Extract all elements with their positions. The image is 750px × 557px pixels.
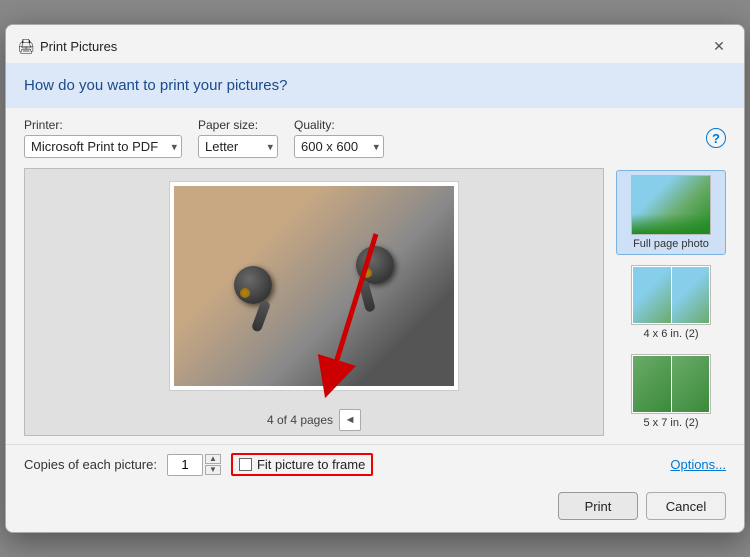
quality-select-wrapper: 600 x 600 — [294, 135, 384, 158]
paper-select[interactable]: Letter — [198, 135, 278, 158]
quality-select[interactable]: 600 x 600 — [294, 135, 384, 158]
printer-select-wrapper: Microsoft Print to PDF — [24, 135, 182, 158]
stem-right — [358, 279, 376, 312]
print-pictures-dialog: 🖨 Print Pictures ✕ How do you want to pr… — [5, 24, 745, 533]
layout-label-4x6: 4 x 6 in. (2) — [643, 328, 698, 340]
thumb-img-full — [632, 176, 710, 234]
print-icon: 🖨 — [18, 38, 34, 54]
layout-thumb-4x6 — [631, 265, 711, 325]
help-button[interactable]: ? — [706, 128, 726, 148]
dialog-title: Print Pictures — [40, 39, 117, 54]
fit-picture-label: Fit picture to frame — [257, 457, 365, 472]
layout-panel: Full page photo 4 x 6 in. (2) — [616, 168, 726, 436]
action-row: Print Cancel — [6, 484, 744, 532]
thumb-img-4x6 — [632, 266, 710, 324]
quality-group: Quality: 600 x 600 — [294, 118, 384, 158]
printer-label: Printer: — [24, 118, 182, 132]
layout-full-page[interactable]: Full page photo — [616, 170, 726, 255]
header-question: How do you want to print your pictures? — [24, 77, 287, 94]
page-nav: 4 of 4 pages ◄ — [267, 403, 361, 435]
copies-decrement[interactable]: ▼ — [205, 465, 221, 475]
printer-group: Printer: Microsoft Print to PDF — [24, 118, 182, 158]
close-button[interactable]: ✕ — [706, 33, 732, 59]
title-bar: 🖨 Print Pictures ✕ — [6, 25, 744, 63]
layout-5x7[interactable]: 5 x 7 in. (2) — [616, 350, 726, 433]
copies-input[interactable] — [167, 454, 203, 476]
options-link[interactable]: Options... — [670, 457, 726, 472]
paper-select-wrapper: Letter — [198, 135, 278, 158]
photo-placeholder — [174, 186, 454, 386]
copies-label: Copies of each picture: — [24, 457, 157, 472]
prev-page-button[interactable]: ◄ — [339, 409, 361, 431]
print-button[interactable]: Print — [558, 492, 638, 520]
title-bar-left: 🖨 Print Pictures — [18, 38, 117, 54]
main-area: 4 of 4 pages ◄ Full page photo 4 x 6 — [6, 168, 744, 444]
stem-left — [251, 299, 271, 332]
layout-label-5x7: 5 x 7 in. (2) — [643, 417, 698, 429]
page-text: 4 of 4 pages — [267, 413, 333, 427]
bottom-row: Copies of each picture: ▲ ▼ Fit picture … — [6, 444, 744, 484]
preview-area: 4 of 4 pages ◄ — [24, 168, 604, 436]
page-preview — [169, 181, 459, 391]
fit-picture-checkbox[interactable] — [239, 458, 252, 471]
paper-group: Paper size: Letter — [198, 118, 278, 158]
header-banner: How do you want to print your pictures? — [6, 63, 744, 108]
paper-label: Paper size: — [198, 118, 278, 132]
layout-thumb-full — [631, 175, 711, 235]
thumb-img-5x7 — [632, 355, 710, 413]
layout-thumb-5x7 — [631, 354, 711, 414]
earbud-right — [356, 246, 394, 284]
layout-4x6[interactable]: 4 x 6 in. (2) — [616, 261, 726, 344]
copies-increment[interactable]: ▲ — [205, 454, 221, 464]
copies-input-group: ▲ ▼ — [167, 454, 221, 476]
fit-picture-group[interactable]: Fit picture to frame — [231, 453, 373, 476]
controls-row: Printer: Microsoft Print to PDF Paper si… — [6, 108, 744, 168]
cancel-button[interactable]: Cancel — [646, 492, 726, 520]
layout-label-full: Full page photo — [633, 238, 709, 250]
copies-spinner: ▲ ▼ — [205, 454, 221, 475]
quality-label: Quality: — [294, 118, 384, 132]
earbud-left — [234, 266, 272, 304]
printer-select[interactable]: Microsoft Print to PDF — [24, 135, 182, 158]
